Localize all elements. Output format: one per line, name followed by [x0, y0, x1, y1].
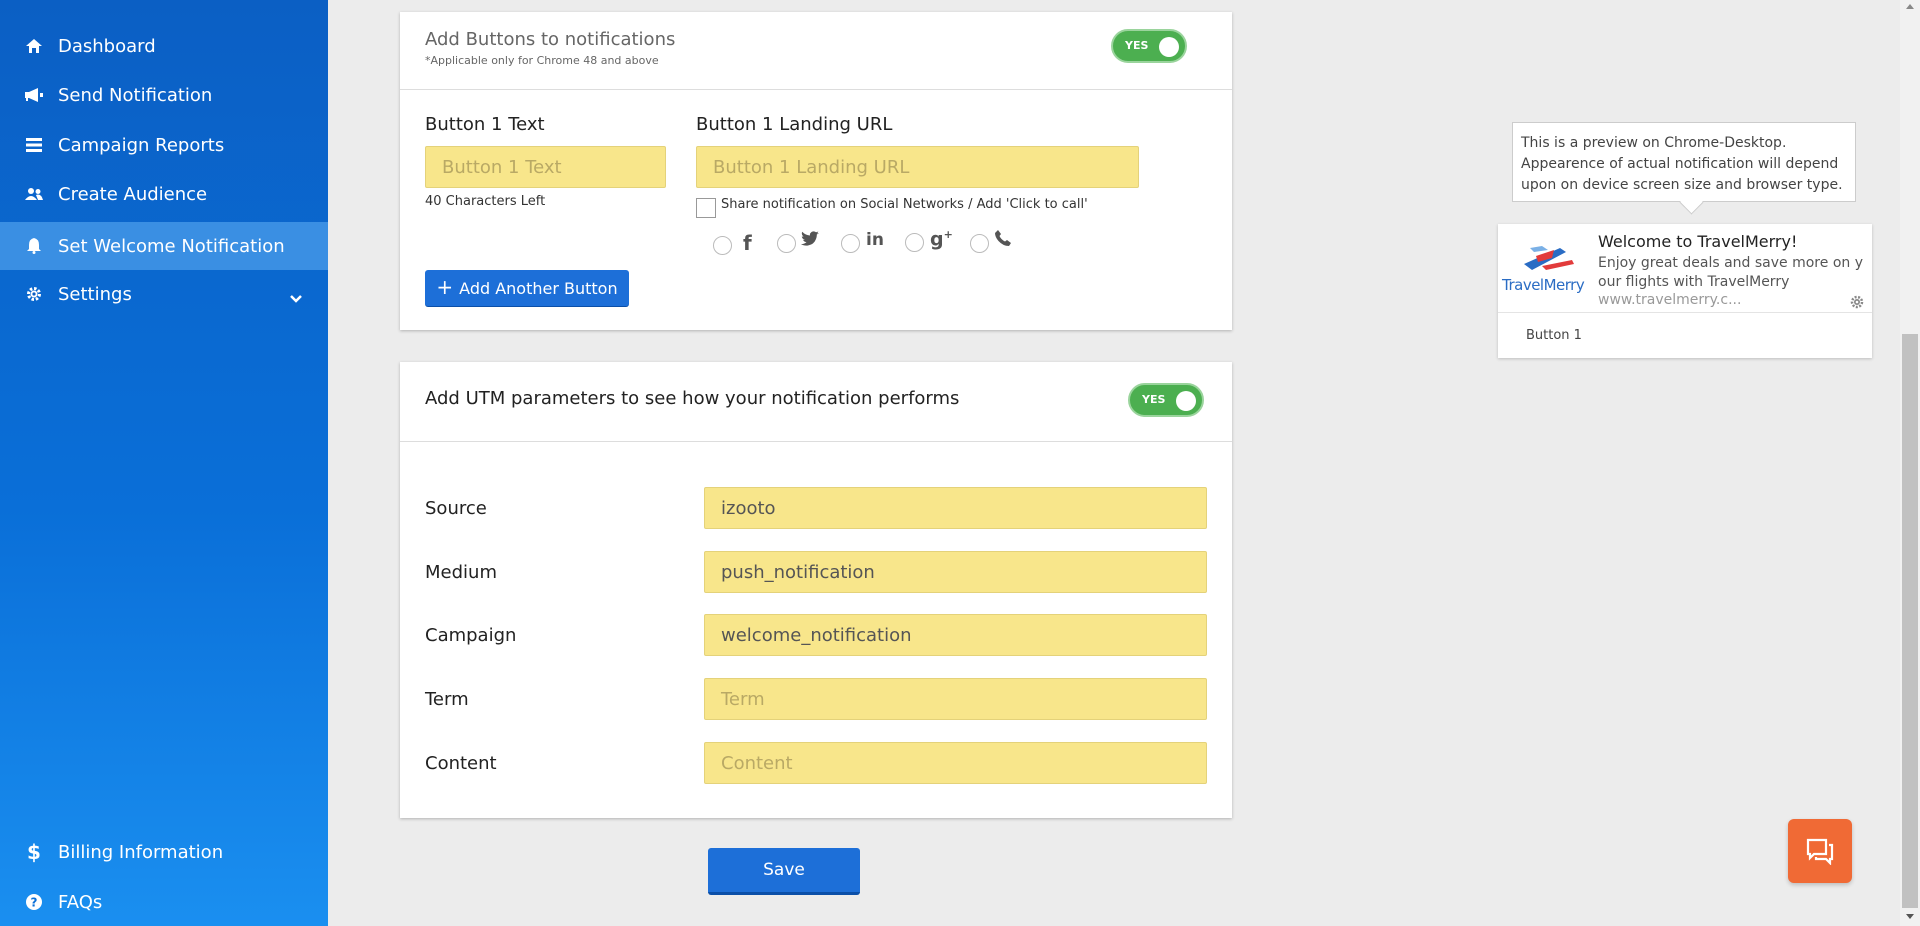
add-another-button[interactable]: + Add Another Button	[425, 270, 629, 307]
notification-separator	[1498, 312, 1872, 313]
add-another-button-label: Add Another Button	[459, 278, 618, 298]
sidebar-item-label: Set Welcome Notification	[58, 235, 285, 257]
gear-icon	[1850, 294, 1864, 313]
utm-card: Add UTM parameters to see how your notif…	[400, 362, 1232, 818]
notification-title: Welcome to TravelMerry!	[1598, 232, 1798, 251]
sidebar-item-settings[interactable]: Settings	[0, 271, 328, 317]
toggle-knob	[1176, 391, 1196, 411]
button1-text-input[interactable]: Button 1 Text	[425, 146, 666, 188]
utm-toggle[interactable]: YES	[1128, 383, 1204, 417]
source-label: Source	[425, 498, 487, 519]
google-plus-icon: g+	[930, 228, 953, 251]
radio-facebook[interactable]	[713, 236, 732, 255]
radio-twitter[interactable]	[777, 234, 796, 253]
buttons-toggle[interactable]: YES	[1111, 29, 1187, 63]
radio-google-plus[interactable]	[905, 233, 924, 252]
bell-icon	[24, 238, 44, 254]
notification-preview: TravelMerry Welcome to TravelMerry! Enjo…	[1498, 224, 1872, 358]
facebook-icon: f	[743, 231, 752, 255]
scrollbar-thumb[interactable]	[1902, 334, 1918, 908]
button1-text-label: Button 1 Text	[425, 114, 545, 135]
chevron-down-icon	[290, 287, 302, 308]
scroll-up-arrow[interactable]	[1906, 4, 1914, 9]
share-label: Share notification on Social Networks / …	[721, 197, 1088, 212]
sidebar-item-billing[interactable]: $ Billing Information	[0, 829, 328, 875]
sidebar-item-campaign-reports[interactable]: Campaign Reports	[0, 122, 328, 168]
twitter-icon	[801, 231, 819, 250]
sidebar-item-set-welcome-notification[interactable]: Set Welcome Notification	[0, 222, 328, 270]
sidebar-item-create-audience[interactable]: Create Audience	[0, 171, 328, 217]
medium-input[interactable]: push_notification	[704, 551, 1207, 593]
megaphone-icon	[24, 88, 44, 102]
notification-body: Enjoy great deals and save more on y our…	[1598, 255, 1863, 290]
scrollbar[interactable]	[1900, 0, 1920, 926]
button1-url-input[interactable]: Button 1 Landing URL	[696, 146, 1139, 188]
notification-site: www.travelmerry.c...	[1598, 292, 1742, 308]
chat-icon	[1806, 838, 1834, 865]
source-input[interactable]: izooto	[704, 487, 1207, 529]
sidebar-item-faqs[interactable]: ? FAQs	[0, 879, 328, 925]
chars-left-text: 40 Characters Left	[425, 194, 546, 209]
share-checkbox[interactable]	[696, 198, 716, 218]
term-label: Term	[425, 689, 469, 710]
toggle-label: YES	[1142, 393, 1166, 406]
plus-icon: +	[436, 275, 454, 299]
utm-card-header: Add UTM parameters to see how your notif…	[400, 362, 1232, 442]
sidebar-item-dashboard[interactable]: Dashboard	[0, 23, 328, 69]
buttons-card-subtitle: *Applicable only for Chrome 48 and above	[425, 54, 659, 67]
sidebar-item-label: Billing Information	[58, 841, 224, 863]
utm-card-title: Add UTM parameters to see how your notif…	[425, 388, 960, 409]
gear-icon	[24, 286, 44, 302]
dollar-icon: $	[27, 840, 41, 864]
sidebar-item-label: Settings	[58, 283, 132, 305]
sidebar-item-label: Create Audience	[58, 183, 208, 205]
buttons-card: Add Buttons to notifications *Applicable…	[400, 12, 1232, 330]
button1-url-label: Button 1 Landing URL	[696, 114, 893, 135]
medium-label: Medium	[425, 562, 497, 583]
buttons-card-header: Add Buttons to notifications *Applicable…	[400, 12, 1232, 90]
buttons-card-title: Add Buttons to notifications	[425, 29, 676, 50]
chat-button[interactable]	[1788, 819, 1852, 883]
preview-tooltip: This is a preview on Chrome-Desktop. App…	[1512, 122, 1856, 202]
campaign-label: Campaign	[425, 625, 517, 646]
term-input[interactable]: Term	[704, 678, 1207, 720]
scroll-down-arrow[interactable]	[1906, 914, 1914, 919]
save-button[interactable]: Save	[708, 848, 860, 895]
radio-call[interactable]	[970, 234, 989, 253]
toggle-knob	[1159, 37, 1179, 57]
sidebar-item-label: FAQs	[58, 891, 103, 913]
question-icon: ?	[24, 894, 44, 910]
content-label: Content	[425, 753, 497, 774]
users-icon	[24, 188, 44, 200]
sidebar-item-label: Campaign Reports	[58, 134, 225, 156]
travelmerry-logo: TravelMerry	[1502, 242, 1588, 302]
phone-icon	[995, 230, 1011, 250]
home-icon	[24, 39, 44, 53]
sidebar-item-label: Send Notification	[58, 84, 213, 106]
sidebar-item-send-notification[interactable]: Send Notification	[0, 72, 328, 118]
radio-linkedin[interactable]	[841, 234, 860, 253]
campaign-input[interactable]: welcome_notification	[704, 614, 1207, 656]
content-input[interactable]: Content	[704, 742, 1207, 784]
svg-text:?: ?	[31, 896, 38, 910]
notification-button-1: Button 1	[1526, 328, 1582, 343]
toggle-label: YES	[1125, 39, 1149, 52]
logo-text: TravelMerry	[1502, 276, 1585, 294]
sidebar: Dashboard Send Notification Campaign Rep…	[0, 0, 328, 926]
linkedin-icon: in	[866, 230, 884, 250]
sidebar-item-label: Dashboard	[58, 35, 156, 57]
list-icon	[24, 138, 44, 152]
